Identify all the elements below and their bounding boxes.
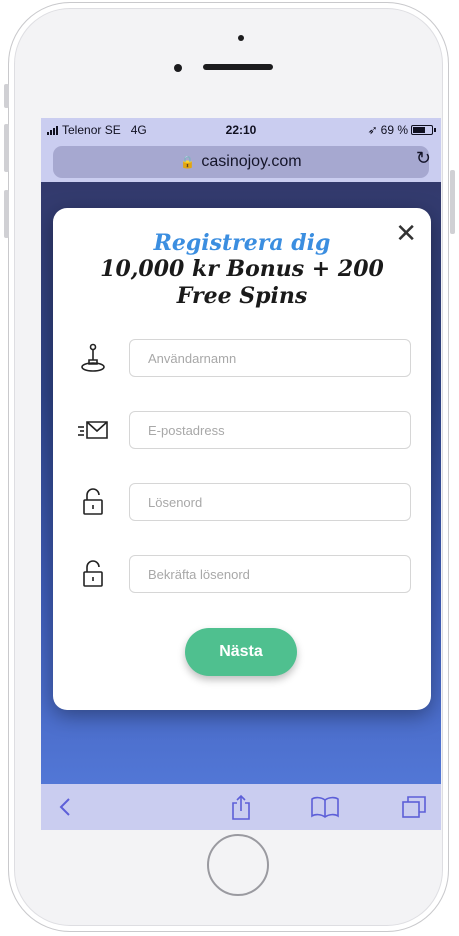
email-row [75, 410, 413, 450]
battery-percent: 69 % [380, 123, 408, 137]
confirm-password-row [75, 554, 413, 594]
send-mail-icon [75, 412, 111, 448]
address-bar[interactable]: 🔒 casinojoy.com [53, 146, 429, 178]
power-button [450, 170, 455, 234]
unlock-icon [75, 484, 111, 520]
bonus-text: 10,000 kr Bonus + 200 Free Spins [100, 256, 384, 309]
reload-icon[interactable]: ↻ [416, 148, 431, 169]
volume-up-button [4, 124, 9, 172]
username-row [75, 338, 413, 378]
lock-icon: 🔒 [180, 155, 196, 169]
password-field[interactable] [129, 483, 411, 521]
front-camera [174, 64, 182, 72]
unlock-icon [75, 556, 111, 592]
status-bar: Telenor SE 4G 22:10 ➶ 69 % [41, 118, 441, 142]
url-text: casinojoy.com [201, 153, 302, 170]
status-right: ➶ 69 % [367, 123, 436, 137]
confirm-password-field[interactable] [129, 555, 411, 593]
joystick-icon [75, 340, 111, 376]
browser-toolbar [41, 784, 441, 830]
proximity-sensor [238, 35, 244, 41]
email-field[interactable] [129, 411, 411, 449]
browser-address-area: 🔒 casinojoy.com ↻ [41, 142, 441, 182]
bookmarks-icon[interactable] [309, 794, 341, 820]
home-button[interactable] [207, 834, 269, 896]
battery-icon [411, 125, 436, 135]
volume-down-button [4, 190, 9, 238]
next-button[interactable]: Nästa [185, 628, 297, 676]
modal-heading: Registrera dig [153, 230, 331, 256]
password-row [75, 482, 413, 522]
share-icon[interactable] [227, 794, 255, 820]
back-icon[interactable] [53, 794, 77, 820]
earpiece-speaker [203, 64, 273, 70]
mute-switch [4, 84, 9, 108]
registration-modal: ✕ Registrera dig 10,000 kr Bonus + 200 F… [53, 208, 431, 710]
location-icon: ➶ [367, 123, 378, 137]
screen: Telenor SE 4G 22:10 ➶ 69 % 🔒 casinojoy.c… [41, 118, 441, 830]
tabs-icon[interactable] [399, 794, 429, 820]
username-field[interactable] [129, 339, 411, 377]
